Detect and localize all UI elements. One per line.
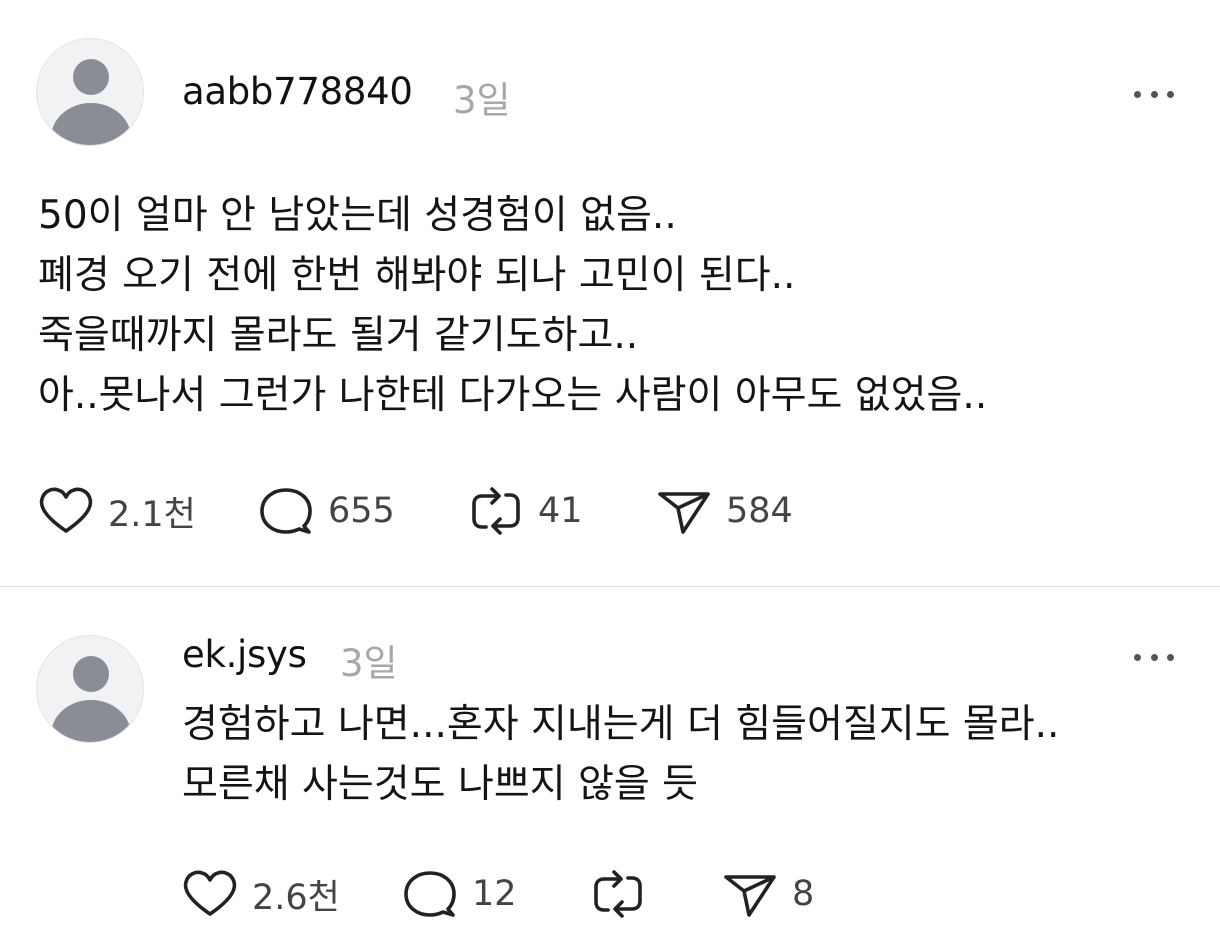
avatar[interactable] <box>36 38 144 146</box>
post-body: 경험하고 나면...혼자 지내는게 더 힘들어질지도 몰라.. 모른채 사는것도… <box>182 695 1059 815</box>
more-dot <box>1150 90 1158 98</box>
repost-count: 41 <box>538 491 583 531</box>
like-count: 2.6천 <box>252 877 340 918</box>
share-button[interactable]: 584 <box>656 486 793 536</box>
share-count: 584 <box>726 491 793 531</box>
more-dot <box>1134 653 1141 661</box>
more-options-button[interactable] <box>1134 651 1174 663</box>
post-time: 3일 <box>453 79 511 122</box>
more-dot <box>1134 90 1141 98</box>
more-dot <box>1150 653 1158 661</box>
comment-button[interactable]: 655 <box>258 486 395 536</box>
comment-bubble-icon <box>404 871 456 917</box>
send-icon <box>724 875 776 917</box>
more-dot <box>1167 653 1174 661</box>
heart-icon <box>39 487 93 533</box>
post-text-line: 아..못나서 그런가 나한테 다가오는 사람이 아무도 없었음.. <box>38 373 988 418</box>
avatar-body <box>51 103 131 145</box>
post-2: ek.jsys 3일 경험하고 나면...혼자 지내는게 더 힘들어질지도 몰라… <box>0 587 1220 952</box>
like-button[interactable]: 2.1천 <box>38 486 196 536</box>
avatar[interactable] <box>36 635 144 743</box>
repost-icon <box>594 870 642 918</box>
avatar-body <box>51 700 131 742</box>
post-text-line: 50이 얼마 안 남았는데 성경험이 없음.. <box>38 193 677 238</box>
share-button[interactable]: 8 <box>722 869 814 919</box>
more-dot <box>1167 90 1174 98</box>
repost-button[interactable] <box>590 869 660 919</box>
heart-icon <box>183 870 237 916</box>
comment-button[interactable]: 12 <box>402 869 517 919</box>
post-text-line: 경험하고 나면...혼자 지내는게 더 힘들어질지도 몰라.. <box>182 702 1060 747</box>
more-options-button[interactable] <box>1134 88 1174 100</box>
like-count: 2.1천 <box>108 494 196 535</box>
share-count: 8 <box>792 874 815 914</box>
like-button[interactable]: 2.6천 <box>182 869 340 919</box>
post-1: aabb778840 3일 50이 얼마 안 남았는데 성경험이 없음.. 폐경… <box>0 0 1220 586</box>
post-body: 50이 얼마 안 남았는데 성경험이 없음.. 폐경 오기 전에 한번 해봐야 … <box>38 186 987 426</box>
send-icon <box>658 492 710 534</box>
repost-button[interactable]: 41 <box>468 486 583 536</box>
avatar-head <box>73 656 109 692</box>
comment-count: 12 <box>472 874 517 914</box>
comment-count: 655 <box>328 491 395 531</box>
username[interactable]: aabb778840 <box>182 70 413 113</box>
action-bar: 2.6천 12 8 <box>182 869 1182 919</box>
post-text-line: 죽을때까지 몰라도 될거 같기도하고.. <box>38 313 639 358</box>
avatar-head <box>73 59 109 95</box>
repost-icon <box>472 487 520 535</box>
post-text-line: 모른채 사는것도 나쁘지 않을 듯 <box>182 762 699 807</box>
action-bar: 2.1천 655 41 584 <box>38 486 1138 536</box>
post-text-line: 폐경 오기 전에 한번 해봐야 되나 고민이 된다.. <box>38 253 796 298</box>
post-time: 3일 <box>340 642 398 685</box>
comment-bubble-icon <box>260 488 312 534</box>
username[interactable]: ek.jsys <box>182 633 307 676</box>
